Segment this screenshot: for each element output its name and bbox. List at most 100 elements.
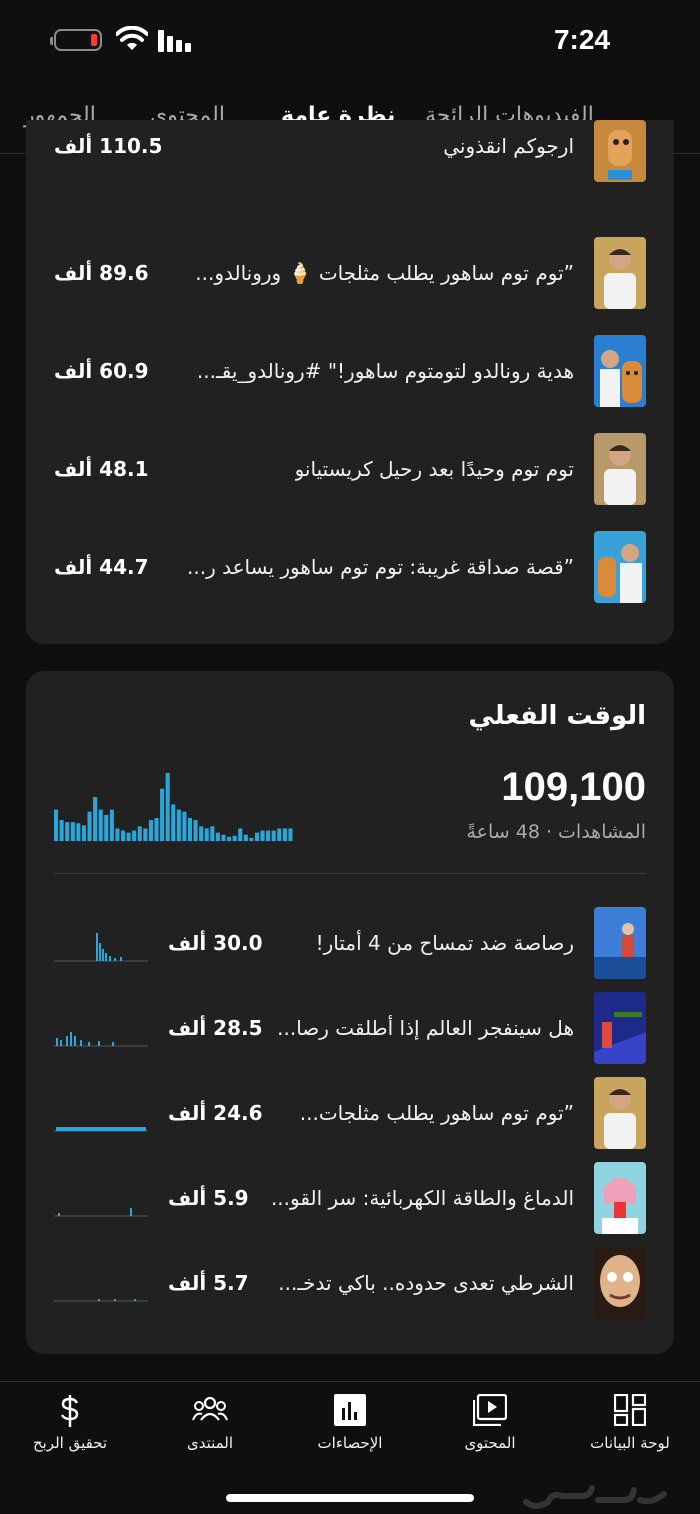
chart-bar <box>204 828 209 841</box>
community-icon <box>192 1396 228 1421</box>
chart-bar <box>160 788 165 841</box>
realtime-bar-chart <box>54 773 293 841</box>
ronaldo-cartoon-thumbnail <box>594 531 646 603</box>
dollar-icon <box>60 1395 79 1427</box>
realtime-card[interactable]: الوقت الفعلي 109,100 المشاهدات · 48 ساعة… <box>26 671 674 1354</box>
video-views: 44.7 ألف <box>54 555 149 579</box>
anime-face-thumbnail <box>594 1247 646 1319</box>
realtime-video-row[interactable]: الشرطي تعدى حدوده.. باكي تدخـ... 5.7 ألف <box>26 1247 674 1319</box>
realtime-video-row[interactable]: هل سينفجر العالم إذا أطلقت رصا... 28.5 أ… <box>26 992 674 1064</box>
chart-bar <box>277 828 282 841</box>
chart-bar <box>126 832 131 841</box>
realtime-views-count: 109,100 <box>501 765 646 809</box>
nav-analytics[interactable]: الإحصاءات <box>280 1382 420 1474</box>
video-views: 5.7 ألف <box>168 1271 249 1295</box>
video-row[interactable]: ”قصة صداقة غريبة: توم توم ساهور يساعد ر.… <box>26 531 674 603</box>
nav-label: لوحة البيانات <box>590 1434 670 1452</box>
chart-bar <box>165 773 170 841</box>
video-views: 89.6 ألف <box>54 261 149 285</box>
chart-bar <box>210 826 215 841</box>
chart-bar <box>232 835 237 841</box>
realtime-video-row[interactable]: ”توم توم ساهور يطلب مثلجات... 24.6 ألف <box>26 1077 674 1149</box>
video-row[interactable]: ارجوكم انقذوني 110.5 ألف <box>26 120 674 182</box>
chart-bar <box>182 811 187 841</box>
video-sparkline <box>54 1032 148 1047</box>
top-videos-card: ارجوكم انقذوني 110.5 ألف ”توم توم ساهور … <box>26 120 674 644</box>
chart-bar <box>243 834 248 841</box>
video-title: هل سينفجر العالم إذا أطلقت رصا... <box>277 1016 574 1040</box>
content-icon <box>473 1394 507 1426</box>
chart-bar <box>87 811 92 841</box>
video-title: ”توم توم ساهور يطلب مثلجات... <box>299 1101 574 1125</box>
chart-bar <box>171 804 176 841</box>
bullet-thumbnail <box>594 992 646 1064</box>
wifi-icon <box>116 26 148 50</box>
chart-bar <box>115 828 120 841</box>
video-row[interactable]: هدية رونالدو لتومتوم ساهور!" #رونالدو_يق… <box>26 335 674 407</box>
nav-community[interactable]: المنتدى <box>140 1382 280 1474</box>
video-views: 30.0 ألف <box>168 931 263 955</box>
video-views: 110.5 ألف <box>54 134 163 158</box>
video-views: 48.1 ألف <box>54 457 149 481</box>
chart-bar <box>249 837 254 841</box>
chart-bar <box>154 817 159 841</box>
nav-content[interactable]: المحتوى <box>420 1382 560 1474</box>
chart-bar <box>288 828 293 841</box>
status-bar: 7:24 <box>0 0 700 84</box>
video-title: رصاصة ضد تمساح من 4 أمتار! <box>315 931 574 955</box>
nav-dashboard[interactable]: لوحة البيانات <box>560 1382 700 1474</box>
chart-bar <box>193 820 198 841</box>
nav-label: المنتدى <box>186 1434 234 1452</box>
battery-icon <box>50 29 102 51</box>
realtime-video-row[interactable]: الدماغ والطاقة الكهربائية: سر القو... 5.… <box>26 1162 674 1234</box>
realtime-video-row[interactable]: رصاصة ضد تمساح من 4 أمتار! 30.0 ألف <box>26 907 674 979</box>
nav-label: المحتوى <box>464 1434 516 1452</box>
video-row[interactable]: ”توم توم ساهور يطلب مثلجات 🍦 ورونالدو...… <box>26 237 674 309</box>
chart-bar <box>148 820 153 841</box>
nav-label: تحقيق الربح <box>32 1434 108 1452</box>
chart-bar <box>109 809 114 841</box>
chart-bar <box>65 822 70 841</box>
chart-bar <box>81 825 86 841</box>
chart-bar <box>104 814 109 841</box>
cellular-signal-icon <box>158 30 191 52</box>
video-title: الشرطي تعدى حدوده.. باكي تدخـ... <box>278 1271 574 1295</box>
home-indicator[interactable] <box>226 1494 474 1502</box>
chart-bar <box>70 822 75 841</box>
video-title: ”قصة صداقة غريبة: توم توم ساهور يساعد ر.… <box>187 555 574 579</box>
video-title: توم توم وحيدًا بعد رحيل كريستيانو <box>294 457 574 481</box>
cartoon-character-thumbnail <box>594 120 646 182</box>
nav-earn[interactable]: تحقيق الربح <box>0 1382 140 1474</box>
ronaldo-thumbnail <box>594 237 646 309</box>
video-views: 28.5 ألف <box>168 1016 263 1040</box>
video-title: هدية رونالدو لتومتوم ساهور!" #رونالدو_يق… <box>196 359 574 383</box>
chart-bar <box>143 828 148 841</box>
chart-bar <box>98 809 103 841</box>
dashboard-icon <box>614 1394 646 1426</box>
video-views: 24.6 ألف <box>168 1101 263 1125</box>
chart-bar <box>187 817 193 841</box>
video-sparkline <box>54 1299 148 1302</box>
chart-bar <box>238 828 243 841</box>
chart-bar <box>215 832 220 841</box>
video-views: 5.9 ألف <box>168 1186 249 1210</box>
chart-bar <box>254 832 260 841</box>
analytics-icon <box>334 1394 366 1426</box>
video-sparkline <box>54 1208 148 1217</box>
haraj-watermark-logo <box>523 1485 667 1509</box>
chart-bar <box>76 823 81 841</box>
video-title: الدماغ والطاقة الكهربائية: سر القو... <box>270 1186 574 1210</box>
video-views: 60.9 ألف <box>54 359 149 383</box>
chart-bar <box>199 826 204 841</box>
brain-thumbnail <box>594 1162 646 1234</box>
realtime-heading: الوقت الفعلي <box>468 701 646 731</box>
ronaldo-thumbnail <box>594 433 646 505</box>
chart-bar <box>132 830 137 841</box>
crocodile-thumbnail <box>594 907 646 979</box>
video-title: ”توم توم ساهور يطلب مثلجات 🍦 ورونالدو... <box>195 261 574 285</box>
video-row[interactable]: توم توم وحيدًا بعد رحيل كريستيانو 48.1 أ… <box>26 433 674 505</box>
chart-bar <box>93 797 98 841</box>
chart-bar <box>54 809 59 841</box>
chart-bar <box>120 830 126 841</box>
nav-label: الإحصاءات <box>317 1434 383 1452</box>
